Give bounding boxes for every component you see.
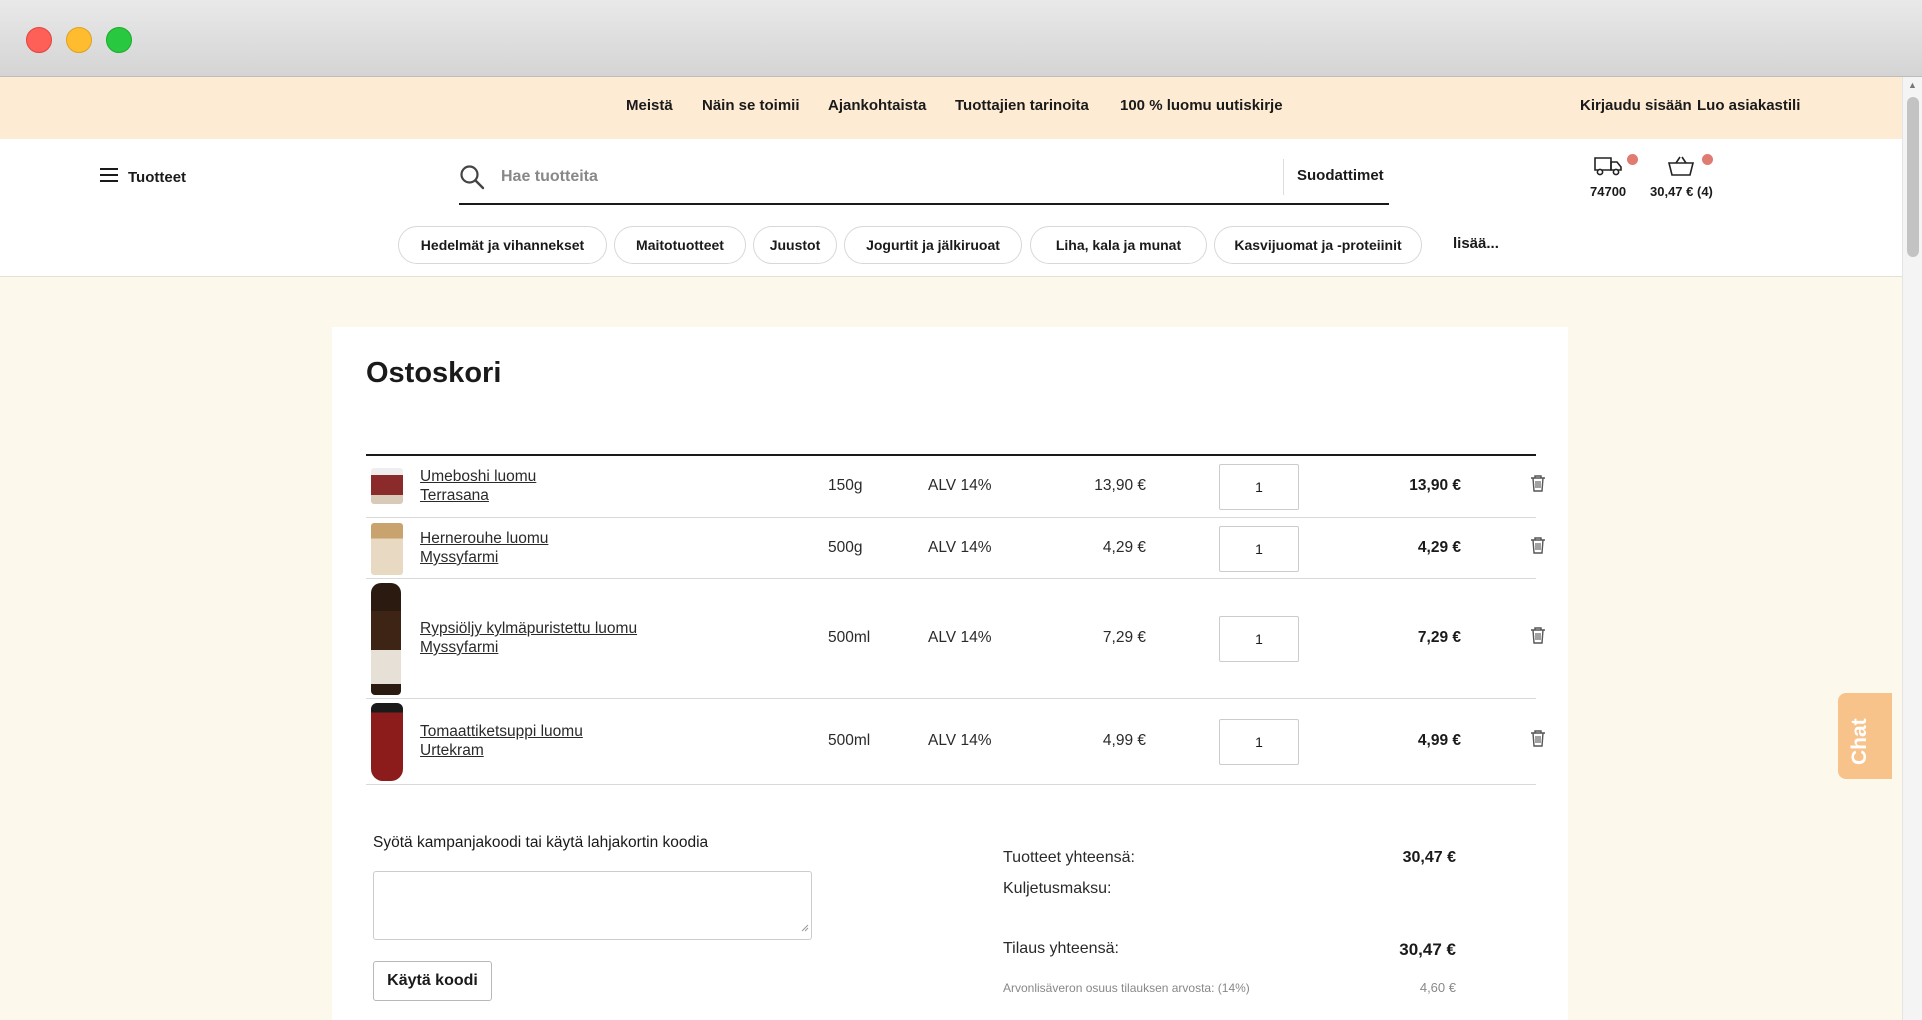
title-bar: [0, 0, 1922, 77]
product-vat: ALV 14%: [928, 539, 992, 556]
browser-window: Meistä Näin se toimii Ajankohtaista Tuot…: [0, 0, 1922, 1020]
product-image[interactable]: [371, 468, 403, 504]
unit-price: 4,99 €: [1102, 732, 1146, 749]
promo-code-field[interactable]: [373, 871, 812, 940]
apply-code-button[interactable]: Käytä koodi: [373, 961, 492, 1001]
quantity-input[interactable]: 1: [1219, 464, 1299, 510]
product-brand[interactable]: Myssyfarmi: [420, 548, 548, 567]
unit-price: 13,90 €: [1094, 477, 1146, 494]
trash-icon[interactable]: [1530, 626, 1546, 649]
product-image[interactable]: [371, 523, 403, 575]
categories-more-link[interactable]: lisää...: [1453, 235, 1499, 252]
cart-badge: [1702, 154, 1713, 165]
nav-link-ajankohtaista[interactable]: Ajankohtaista: [828, 97, 926, 114]
trash-icon[interactable]: [1530, 474, 1546, 497]
products-menu-button[interactable]: Tuotteet: [100, 166, 186, 188]
unit-price: 7,29 €: [1102, 629, 1146, 646]
product-link[interactable]: Umeboshi luomu Terrasana: [420, 467, 536, 505]
product-image[interactable]: [371, 703, 403, 781]
cart-row: Hernerouhe luomu Myssyfarmi 500g ALV 14%…: [366, 518, 1545, 579]
nav-link-tuottajien-tarinoita[interactable]: Tuottajien tarinoita: [955, 97, 1089, 114]
product-name[interactable]: Rypsiöljy kylmäpuristettu luomu: [420, 619, 637, 638]
product-size: 500g: [828, 539, 863, 556]
maximize-window-button[interactable]: [106, 27, 132, 53]
cart-row: Umeboshi luomu Terrasana 150g ALV 14% 13…: [366, 456, 1545, 518]
product-size: 500ml: [828, 629, 871, 646]
scroll-up-icon[interactable]: ▲: [1908, 80, 1917, 90]
shipping-label: Kuljetusmaksu:: [1003, 880, 1112, 897]
delivery-badge: [1627, 154, 1638, 165]
filters-button[interactable]: Suodattimet: [1297, 167, 1384, 184]
cart-row: Tomaattiketsuppi luomu Urtekram 500ml AL…: [366, 699, 1545, 785]
product-size: 500ml: [828, 732, 871, 749]
cart-card: Ostoskori Umeboshi luomu Terrasana 150g …: [332, 327, 1568, 1020]
delivery-postcode: 74700: [1590, 184, 1627, 199]
category-juustot[interactable]: Juustot: [753, 226, 837, 264]
product-name[interactable]: Tomaattiketsuppi luomu: [420, 722, 583, 741]
product-image[interactable]: [371, 583, 401, 695]
hamburger-icon: [100, 167, 118, 187]
site-header: Tuotteet Hae tuotteita Suodattimet 74700…: [0, 139, 1902, 277]
minimize-window-button[interactable]: [66, 27, 92, 53]
resize-handle-icon[interactable]: [799, 919, 809, 937]
order-total-value: 30,47 €: [1399, 940, 1456, 959]
vat-share-value: 4,60 €: [1419, 980, 1456, 995]
product-vat: ALV 14%: [928, 477, 992, 494]
category-jogurtit[interactable]: Jogurtit ja jälkiruoat: [844, 226, 1022, 264]
cart-row: Rypsiöljy kylmäpuristettu luomu Myssyfar…: [366, 579, 1545, 699]
product-vat: ALV 14%: [928, 732, 992, 749]
search-divider: [1283, 159, 1284, 195]
search-icon: [459, 164, 485, 195]
chat-button[interactable]: Chat: [1838, 693, 1892, 779]
chat-label: Chat: [1848, 718, 1871, 765]
search-bar[interactable]: Hae tuotteita Suodattimet: [459, 151, 1389, 205]
line-total: 7,29 €: [1417, 629, 1461, 646]
search-input[interactable]: Hae tuotteita: [501, 168, 598, 186]
quantity-input[interactable]: 1: [1219, 616, 1299, 662]
category-hedelmat[interactable]: Hedelmät ja vihannekset: [398, 226, 607, 264]
trash-icon[interactable]: [1530, 536, 1546, 559]
scrollbar[interactable]: ▲: [1902, 77, 1922, 1020]
nav-link-uutiskirje[interactable]: 100 % luomu uutiskirje: [1120, 97, 1283, 114]
top-info-bar: Meistä Näin se toimii Ajankohtaista Tuot…: [0, 77, 1902, 139]
line-total: 13,90 €: [1409, 477, 1461, 494]
category-kasvijuomat[interactable]: Kasvijuomat ja -proteiinit: [1214, 226, 1422, 264]
product-link[interactable]: Tomaattiketsuppi luomu Urtekram: [420, 722, 583, 760]
promo-code-label: Syötä kampanjakoodi tai käytä lahjakorti…: [373, 834, 709, 851]
vat-share-label: Arvonlisäveron osuus tilauksen arvosta: …: [1003, 981, 1250, 995]
line-total: 4,29 €: [1417, 539, 1461, 556]
product-vat: ALV 14%: [928, 629, 992, 646]
quantity-input[interactable]: 1: [1219, 526, 1299, 572]
cart-table: Umeboshi luomu Terrasana 150g ALV 14% 13…: [366, 454, 1545, 785]
nav-link-meista[interactable]: Meistä: [626, 97, 673, 114]
products-menu-label: Tuotteet: [128, 168, 187, 186]
basket-icon: [1667, 156, 1695, 181]
product-link[interactable]: Rypsiöljy kylmäpuristettu luomu Myssyfar…: [420, 619, 637, 657]
product-brand[interactable]: Urtekram: [420, 741, 583, 760]
product-size: 150g: [828, 477, 863, 494]
truck-icon: [1593, 157, 1623, 181]
trash-icon[interactable]: [1530, 729, 1546, 752]
cart-summary: 30,47 € (4): [1650, 184, 1713, 199]
line-total: 4,99 €: [1417, 732, 1461, 749]
product-name[interactable]: Hernerouhe luomu: [420, 529, 548, 548]
page-title: Ostoskori: [366, 357, 502, 389]
products-total-value: 30,47 €: [1402, 849, 1456, 866]
category-liha-kala[interactable]: Liha, kala ja munat: [1030, 226, 1207, 264]
scrollbar-thumb[interactable]: [1907, 97, 1919, 257]
close-window-button[interactable]: [26, 27, 52, 53]
register-link[interactable]: Luo asiakastili: [1697, 97, 1800, 114]
login-link[interactable]: Kirjaudu sisään: [1580, 97, 1692, 114]
order-total-label: Tilaus yhteensä:: [1003, 940, 1119, 957]
category-maitotuotteet[interactable]: Maitotuotteet: [614, 226, 746, 264]
product-name[interactable]: Umeboshi luomu: [420, 467, 536, 486]
products-total-label: Tuotteet yhteensä:: [1003, 849, 1135, 866]
nav-link-nain-se-toimii[interactable]: Näin se toimii: [702, 97, 800, 114]
unit-price: 4,29 €: [1102, 539, 1146, 556]
product-brand[interactable]: Terrasana: [420, 486, 536, 505]
product-link[interactable]: Hernerouhe luomu Myssyfarmi: [420, 529, 548, 567]
product-brand[interactable]: Myssyfarmi: [420, 638, 637, 657]
quantity-input[interactable]: 1: [1219, 719, 1299, 765]
delivery-button[interactable]: 74700: [1590, 155, 1626, 199]
